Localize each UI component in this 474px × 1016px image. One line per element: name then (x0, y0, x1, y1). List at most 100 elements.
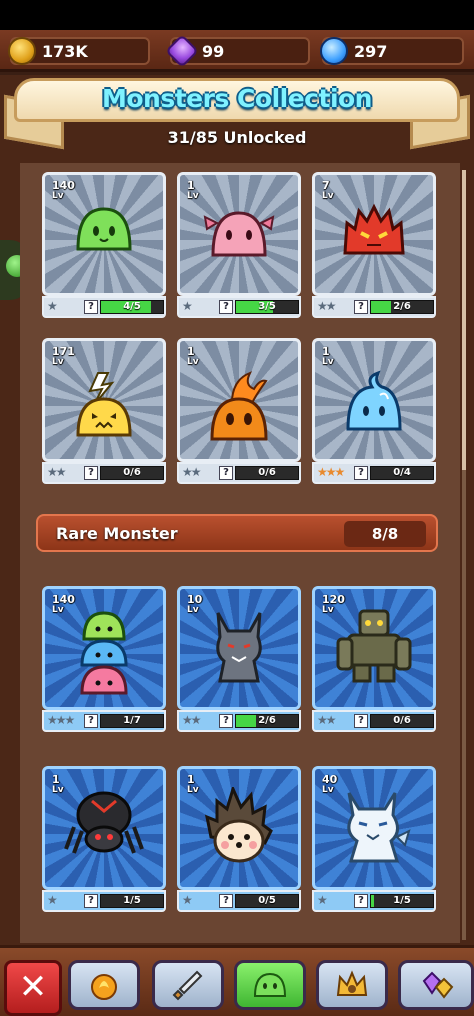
black-spider-icon (64, 787, 144, 861)
nav-weapon-button[interactable] (152, 960, 224, 1010)
gem-icon (165, 34, 199, 68)
slime-stack-icon (74, 607, 134, 701)
page-title: Monsters Collection (102, 84, 372, 113)
ice-wolf-icon (335, 787, 413, 867)
monster-portrait[interactable]: 171 Lv (42, 338, 166, 462)
common-monster-card[interactable]: 7 Lv ★★? 2/6 (312, 172, 436, 320)
question-icon: ? (219, 466, 233, 480)
card-stats: ★★★? 0/4 (312, 462, 436, 484)
question-icon: ? (84, 894, 98, 908)
nav-pets-button[interactable] (316, 960, 388, 1010)
monster-portrait[interactable]: 1 Lv (312, 338, 436, 462)
coin-icon (8, 37, 36, 65)
level-badge: 1 Lv (187, 774, 199, 796)
question-icon: ? (84, 466, 98, 480)
level-badge: 1 Lv (52, 774, 64, 796)
coins-value: 173K (42, 42, 88, 61)
shard-progress-bar: 0/6 (100, 466, 164, 480)
level-suffix: Lv (187, 357, 199, 367)
scrollbar-thumb[interactable] (462, 170, 466, 470)
shard-progress-bar: 0/6 (235, 466, 299, 480)
gems-counter[interactable]: 99 (165, 34, 310, 68)
monster-portrait[interactable]: 1 Lv (177, 766, 301, 890)
rare-section-header[interactable]: Rare Monster 8/8 (36, 514, 438, 552)
nav-fire-button[interactable] (68, 960, 140, 1010)
card-stats: ★? 3/5 (177, 296, 301, 318)
common-monster-card[interactable]: 140 Lv ★? 4/5 (42, 172, 166, 320)
rare-monster-card[interactable]: 1 Lv ★? 1/5 (42, 766, 166, 914)
sword-icon (172, 970, 203, 1001)
rare-monster-card[interactable]: 140 Lv ★★★? 1/7 (42, 586, 166, 734)
slime-icon (253, 972, 287, 997)
question-icon: ? (354, 300, 368, 314)
yellow-thunder-slime-icon (72, 369, 136, 443)
star-rating: ★★ (317, 299, 336, 313)
rare-monster-card[interactable]: 1 Lv ★? 0/5 (177, 766, 301, 914)
common-monster-card[interactable]: 1 Lv ★? 3/5 (177, 172, 301, 320)
monster-portrait[interactable]: 40 Lv (312, 766, 436, 890)
water-slime-icon (342, 369, 406, 437)
question-icon: ? (354, 894, 368, 908)
shard-progress-text: 1/7 (123, 715, 141, 726)
nav-shop-button[interactable] (398, 960, 474, 1010)
common-monster-card[interactable]: 1 Lv ★★? 0/6 (177, 338, 301, 486)
shard-progress-text: 1/5 (123, 895, 141, 906)
level-suffix: Lv (52, 191, 64, 201)
gems-icon (422, 971, 454, 999)
monster-portrait[interactable]: 140 Lv (42, 172, 166, 296)
rare-monster-card[interactable]: 10 Lv ★★? 2/6 (177, 586, 301, 734)
level-suffix: Lv (52, 785, 64, 795)
shard-progress-bar: 1/7 (100, 714, 164, 728)
monster-portrait[interactable]: 1 Lv (177, 338, 301, 462)
star-rating: ★ (182, 299, 193, 313)
rare-section-title: Rare Monster (56, 524, 178, 543)
fire-orb-icon (91, 974, 117, 1000)
star-rating: ★★ (182, 713, 201, 727)
star-rating: ★★★ (317, 465, 345, 479)
card-stats: ★★? 0/6 (42, 462, 166, 484)
monster-portrait[interactable]: 10 Lv (177, 586, 301, 710)
coins-counter[interactable]: 173K (8, 37, 150, 65)
rare-count-box: 8/8 (344, 521, 426, 547)
hedgehog-icon (203, 784, 275, 867)
nav-monsters-button[interactable] (234, 960, 306, 1010)
star-rating: ★ (317, 893, 328, 907)
rare-monster-card[interactable]: 40 Lv ★? 1/5 (312, 766, 436, 914)
gray-wolf-icon (204, 607, 274, 687)
question-icon: ? (84, 300, 98, 314)
common-monster-card[interactable]: 1 Lv ★★★? 0/4 (312, 338, 436, 486)
shard-progress-bar: 2/6 (370, 300, 434, 314)
monster-portrait[interactable]: 1 Lv (42, 766, 166, 890)
shard-progress-text: 0/4 (393, 467, 411, 478)
crystals-counter[interactable]: 297 (320, 37, 464, 65)
close-button[interactable]: ✕ (4, 960, 62, 1016)
pink-axolotl-slime-icon (201, 203, 277, 263)
shard-progress-text: 4/5 (123, 301, 141, 312)
shard-progress-text: 1/5 (393, 895, 411, 906)
level-badge: 7 Lv (322, 180, 334, 202)
monster-portrait[interactable]: 7 Lv (312, 172, 436, 296)
bottom-nav (0, 945, 474, 1016)
star-rating: ★★ (47, 465, 66, 479)
monster-portrait[interactable]: 1 Lv (177, 172, 301, 296)
shard-progress-bar: 4/5 (100, 300, 164, 314)
level-suffix: Lv (187, 785, 199, 795)
card-stats: ★★? 2/6 (312, 296, 436, 318)
monster-portrait[interactable]: 140 Lv (42, 586, 166, 710)
rare-monster-card[interactable]: 120 Lv ★★? 0/6 (312, 586, 436, 734)
card-stats: ★★? 0/6 (177, 462, 301, 484)
level-suffix: Lv (322, 357, 334, 367)
level-suffix: Lv (52, 605, 64, 615)
shard-progress-text: 3/5 (258, 301, 276, 312)
gems-value: 99 (202, 42, 225, 61)
card-stats: ★? 4/5 (42, 296, 166, 318)
common-monster-card[interactable]: 171 Lv ★★? 0/6 (42, 338, 166, 486)
currency-bar: 173K 99 297 (0, 30, 474, 72)
star-rating: ★★ (317, 713, 336, 727)
question-icon: ? (219, 894, 233, 908)
level-suffix: Lv (187, 191, 199, 201)
monster-portrait[interactable]: 120 Lv (312, 586, 436, 710)
fire-slime-icon (204, 369, 274, 447)
status-bar (0, 0, 474, 30)
shard-progress-bar: 1/5 (370, 894, 434, 908)
